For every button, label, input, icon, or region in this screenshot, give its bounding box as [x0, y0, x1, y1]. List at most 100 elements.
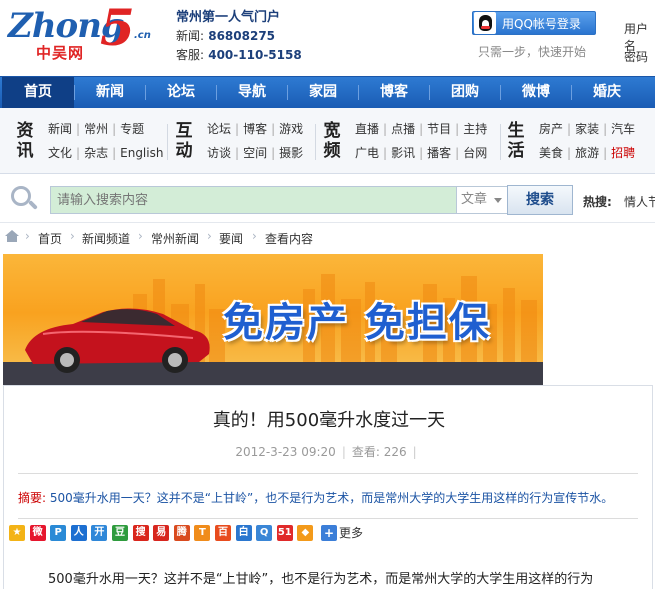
subnav-link[interactable]: 影讯	[391, 146, 415, 160]
subnav-link[interactable]: 家装	[575, 122, 599, 136]
subnav-link[interactable]: 广电	[355, 146, 379, 160]
summary-label: 摘要:	[18, 491, 47, 505]
subnav-link[interactable]: English	[120, 146, 163, 160]
qq-login-hint: 只需一步，快速开始	[478, 45, 587, 59]
subnav-info-line1: 新闻 | 常州 | 专题	[48, 122, 145, 136]
subnav-link-jobs[interactable]: 招聘	[611, 146, 635, 160]
password-label: 密码	[624, 50, 649, 64]
article-summary: 摘要: 500毫升水用一天？这并不是“上甘岭”，也不是行为艺术，而是常州大学的大…	[18, 489, 643, 506]
breadcrumb-headlines[interactable]: 要闻	[219, 230, 243, 247]
main-nav: 首页 新闻 论坛 导航 家园 博客 团购 微博 婚庆	[0, 76, 655, 108]
home-icon[interactable]	[5, 230, 19, 242]
subnav-link[interactable]: 博客	[243, 122, 267, 136]
subnav-link[interactable]: 访谈	[207, 146, 231, 160]
breadcrumb-news-channel[interactable]: 新闻频道	[82, 230, 130, 247]
chevron-down-icon	[494, 198, 502, 203]
subnav-life-line2: 美食 | 旅游 | 招聘	[539, 146, 636, 160]
qzone-icon[interactable]: ★	[9, 525, 25, 541]
subnav-link[interactable]: 常州	[84, 122, 108, 136]
nav-item-news[interactable]: 新闻	[74, 77, 146, 108]
qq-friend-icon[interactable]: Q	[256, 525, 273, 541]
nav-item-homeland[interactable]: 家园	[287, 77, 359, 108]
plus-icon: +	[321, 525, 337, 541]
subnav-link[interactable]: 播客	[427, 146, 451, 160]
hot-search-link[interactable]: 情人节	[624, 193, 655, 210]
service-hotline-number: 400-110-5158	[208, 48, 302, 62]
nav-item-wedding[interactable]: 婚庆	[571, 77, 643, 108]
subnav-link[interactable]: 主持	[463, 122, 487, 136]
subnav-link[interactable]: 美食	[539, 146, 563, 160]
sohu-icon[interactable]: 搜	[132, 525, 149, 541]
share-more-button[interactable]: + 更多	[321, 525, 363, 541]
search-icon	[11, 186, 39, 212]
tqq-icon[interactable]: 腾	[173, 525, 190, 541]
baishehui-icon[interactable]: 白	[235, 525, 252, 541]
douban-icon[interactable]: 豆	[112, 525, 128, 541]
service-hotline-label: 客服:	[176, 48, 205, 62]
site-logo[interactable]: Zhong 5 .cn 中吴网	[8, 0, 158, 70]
subnav-video-line1: 直播 | 点播 | 节目 | 主持	[355, 122, 488, 136]
summary-text: 500毫升水用一天？这并不是“上甘岭”，也不是行为艺术，而是常州大学的大学生用这…	[49, 491, 614, 505]
subnav-link[interactable]: 空间	[243, 146, 267, 160]
contact-info: 常州第一人气门户 新闻: 86808275 客服: 400-110-5158	[176, 8, 302, 65]
weibo-icon[interactable]: 微	[29, 525, 46, 541]
nav-item-blog[interactable]: 博客	[358, 77, 430, 108]
search-bar: 文章 搜索 热搜: 情人节	[0, 175, 655, 223]
sub-nav: 资讯 新闻 | 常州 | 专题 文化 | 杂志 | English 互动 论坛 | 博客 | 游戏 访谈…	[0, 108, 655, 174]
header: Zhong 5 .cn 中吴网 常州第一人气门户 新闻: 86808275 客服…	[0, 0, 655, 76]
fav-icon[interactable]: ◆	[297, 525, 314, 541]
subnav-link[interactable]: 节目	[427, 122, 451, 136]
netease-icon[interactable]: 易	[153, 525, 170, 541]
nav-item-navigation[interactable]: 导航	[216, 77, 288, 108]
banner-headline: 免房产 免担保	[223, 300, 491, 346]
article-meta: 2012-3-23 09:20 | 查看: 226 |	[235, 445, 417, 459]
search-input[interactable]	[50, 186, 457, 214]
tianya-icon[interactable]: T	[194, 525, 211, 541]
news-hotline: 新闻: 86808275	[176, 27, 302, 46]
baidu-icon[interactable]: 百	[215, 525, 231, 541]
news-hotline-label: 新闻:	[176, 29, 205, 43]
subnav-link[interactable]: 杂志	[84, 146, 108, 160]
renren-icon[interactable]: 人	[70, 525, 87, 541]
subnav-video-line2: 广电 | 影讯 | 播客 | 台网	[355, 146, 488, 160]
subnav-link[interactable]: 汽车	[611, 122, 635, 136]
subnav-link[interactable]: 台网	[463, 146, 487, 160]
subnav-group-life-title: 生活	[507, 121, 525, 161]
breadcrumb: › 首页 › 新闻频道 › 常州新闻 › 要闻 › 查看内容	[0, 225, 655, 249]
subnav-link[interactable]: 点播	[391, 122, 415, 136]
logo-five: 5	[100, 0, 135, 57]
subnav-link[interactable]: 文化	[48, 146, 72, 160]
kaixin-icon[interactable]: 开	[91, 525, 108, 541]
subnav-group-info-title: 资讯	[16, 121, 34, 161]
search-button[interactable]: 搜索	[507, 185, 573, 215]
article-date: 2012-3-23 09:20	[235, 445, 336, 459]
breadcrumb-changzhou-news[interactable]: 常州新闻	[151, 230, 199, 247]
logo-subtitle: 中吴网	[36, 44, 85, 62]
page: Zhong 5 .cn 中吴网 常州第一人气门户 新闻: 86808275 客服…	[0, 0, 655, 589]
article-body: 500毫升水用一天？这并不是“上甘岭”，也不是行为艺术，而是常州大学的大学生用这…	[48, 572, 594, 587]
pengyou-icon[interactable]: P	[50, 525, 67, 541]
51-icon[interactable]: 51	[276, 525, 293, 541]
site-slogan: 常州第一人气门户	[176, 10, 281, 25]
search-type-select[interactable]: 文章	[457, 186, 509, 214]
service-hotline: 客服: 400-110-5158	[176, 46, 302, 65]
breadcrumb-home[interactable]: 首页	[38, 230, 62, 247]
article-views-label: 查看:	[351, 445, 380, 459]
ad-banner[interactable]: 免房产 免担保	[3, 254, 543, 385]
logo-domain: .cn	[134, 30, 151, 41]
subnav-link[interactable]: 旅游	[575, 146, 599, 160]
nav-item-weibo[interactable]: 微博	[500, 77, 572, 108]
subnav-link[interactable]: 游戏	[279, 122, 303, 136]
qq-login-button[interactable]: 用QQ帐号登录	[472, 11, 596, 35]
nav-item-forum[interactable]: 论坛	[145, 77, 217, 108]
nav-item-groupbuy[interactable]: 团购	[429, 77, 501, 108]
subnav-link[interactable]: 直播	[355, 122, 379, 136]
article-views: 226	[383, 445, 407, 459]
article-content: 真的！用500毫升水度过一天 2012-3-23 09:20 | 查看: 226 | …	[3, 385, 653, 589]
subnav-link[interactable]: 摄影	[279, 146, 303, 160]
subnav-link[interactable]: 新闻	[48, 122, 72, 136]
subnav-link[interactable]: 房产	[539, 122, 563, 136]
subnav-link[interactable]: 专题	[120, 122, 144, 136]
subnav-link[interactable]: 论坛	[207, 122, 231, 136]
nav-item-home[interactable]: 首页	[2, 77, 74, 108]
